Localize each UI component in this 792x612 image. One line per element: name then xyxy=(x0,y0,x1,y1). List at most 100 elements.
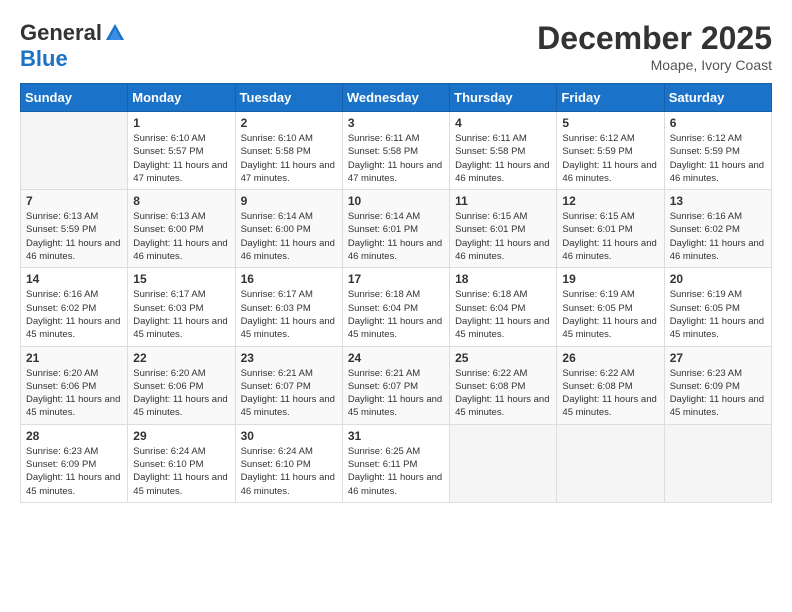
day-number: 5 xyxy=(562,116,658,130)
day-number: 21 xyxy=(26,351,122,365)
day-number: 9 xyxy=(241,194,337,208)
day-info: Sunrise: 6:19 AMSunset: 6:05 PMDaylight:… xyxy=(670,288,766,341)
col-header-wednesday: Wednesday xyxy=(342,84,449,112)
calendar-cell: 5 Sunrise: 6:12 AMSunset: 5:59 PMDaylight… xyxy=(557,112,664,190)
day-info: Sunrise: 6:12 AMSunset: 5:59 PMDaylight:… xyxy=(670,132,766,185)
calendar-cell: 15 Sunrise: 6:17 AMSunset: 6:03 PMDayligh… xyxy=(128,268,235,346)
calendar-cell: 13 Sunrise: 6:16 AMSunset: 6:02 PMDayligh… xyxy=(664,190,771,268)
calendar-header-row: SundayMondayTuesdayWednesdayThursdayFrid… xyxy=(21,84,772,112)
col-header-thursday: Thursday xyxy=(450,84,557,112)
day-info: Sunrise: 6:23 AMSunset: 6:09 PMDaylight:… xyxy=(670,367,766,420)
col-header-friday: Friday xyxy=(557,84,664,112)
day-number: 27 xyxy=(670,351,766,365)
calendar-table: SundayMondayTuesdayWednesdayThursdayFrid… xyxy=(20,83,772,503)
day-number: 14 xyxy=(26,272,122,286)
day-number: 10 xyxy=(348,194,444,208)
calendar-cell: 10 Sunrise: 6:14 AMSunset: 6:01 PMDayligh… xyxy=(342,190,449,268)
day-number: 26 xyxy=(562,351,658,365)
calendar-cell xyxy=(557,424,664,502)
day-info: Sunrise: 6:15 AMSunset: 6:01 PMDaylight:… xyxy=(562,210,658,263)
day-info: Sunrise: 6:24 AMSunset: 6:10 PMDaylight:… xyxy=(133,445,229,498)
day-info: Sunrise: 6:16 AMSunset: 6:02 PMDaylight:… xyxy=(26,288,122,341)
logo: General Blue xyxy=(20,20,126,72)
day-info: Sunrise: 6:19 AMSunset: 6:05 PMDaylight:… xyxy=(562,288,658,341)
calendar-cell: 9 Sunrise: 6:14 AMSunset: 6:00 PMDaylight… xyxy=(235,190,342,268)
calendar-cell: 1 Sunrise: 6:10 AMSunset: 5:57 PMDaylight… xyxy=(128,112,235,190)
day-info: Sunrise: 6:13 AMSunset: 6:00 PMDaylight:… xyxy=(133,210,229,263)
calendar-cell: 22Sunrise: 6:20 AMSunset: 6:06 PMDayligh… xyxy=(128,346,235,424)
day-info: Sunrise: 6:18 AMSunset: 6:04 PMDaylight:… xyxy=(455,288,551,341)
calendar-week-3: 14 Sunrise: 6:16 AMSunset: 6:02 PMDayligh… xyxy=(21,268,772,346)
calendar-cell: 4Sunrise: 6:11 AMSunset: 5:58 PMDaylight… xyxy=(450,112,557,190)
day-info: Sunrise: 6:10 AMSunset: 5:58 PMDaylight:… xyxy=(241,132,337,185)
logo-blue: Blue xyxy=(20,46,68,72)
day-info: Sunrise: 6:16 AMSunset: 6:02 PMDaylight:… xyxy=(670,210,766,263)
calendar-cell: 18 Sunrise: 6:18 AMSunset: 6:04 PMDayligh… xyxy=(450,268,557,346)
col-header-monday: Monday xyxy=(128,84,235,112)
day-number: 20 xyxy=(670,272,766,286)
day-number: 30 xyxy=(241,429,337,443)
col-header-sunday: Sunday xyxy=(21,84,128,112)
day-number: 16 xyxy=(241,272,337,286)
day-info: Sunrise: 6:23 AMSunset: 6:09 PMDaylight:… xyxy=(26,445,122,498)
calendar-cell: 16 Sunrise: 6:17 AMSunset: 6:03 PMDayligh… xyxy=(235,268,342,346)
day-number: 1 xyxy=(133,116,229,130)
day-number: 15 xyxy=(133,272,229,286)
day-number: 25 xyxy=(455,351,551,365)
calendar-week-5: 28Sunrise: 6:23 AMSunset: 6:09 PMDayligh… xyxy=(21,424,772,502)
calendar-cell: 29Sunrise: 6:24 AMSunset: 6:10 PMDayligh… xyxy=(128,424,235,502)
day-number: 23 xyxy=(241,351,337,365)
day-info: Sunrise: 6:18 AMSunset: 6:04 PMDaylight:… xyxy=(348,288,444,341)
day-info: Sunrise: 6:24 AMSunset: 6:10 PMDaylight:… xyxy=(241,445,337,498)
day-info: Sunrise: 6:11 AMSunset: 5:58 PMDaylight:… xyxy=(348,132,444,185)
calendar-cell xyxy=(21,112,128,190)
calendar-cell: 3 Sunrise: 6:11 AMSunset: 5:58 PMDaylight… xyxy=(342,112,449,190)
location: Moape, Ivory Coast xyxy=(537,57,772,73)
logo-general: General xyxy=(20,20,102,46)
day-number: 24 xyxy=(348,351,444,365)
day-number: 8 xyxy=(133,194,229,208)
day-info: Sunrise: 6:10 AMSunset: 5:57 PMDaylight:… xyxy=(133,132,229,185)
day-number: 31 xyxy=(348,429,444,443)
calendar-week-1: 1 Sunrise: 6:10 AMSunset: 5:57 PMDaylight… xyxy=(21,112,772,190)
calendar-cell: 7 Sunrise: 6:13 AMSunset: 5:59 PMDaylight… xyxy=(21,190,128,268)
day-number: 22 xyxy=(133,351,229,365)
calendar-cell xyxy=(664,424,771,502)
day-info: Sunrise: 6:12 AMSunset: 5:59 PMDaylight:… xyxy=(562,132,658,185)
calendar-cell: 23 Sunrise: 6:21 AMSunset: 6:07 PMDayligh… xyxy=(235,346,342,424)
day-number: 12 xyxy=(562,194,658,208)
calendar-cell: 30 Sunrise: 6:24 AMSunset: 6:10 PMDayligh… xyxy=(235,424,342,502)
day-number: 18 xyxy=(455,272,551,286)
calendar-cell: 20 Sunrise: 6:19 AMSunset: 6:05 PMDayligh… xyxy=(664,268,771,346)
day-number: 19 xyxy=(562,272,658,286)
day-number: 6 xyxy=(670,116,766,130)
day-number: 2 xyxy=(241,116,337,130)
calendar-cell: 27 Sunrise: 6:23 AMSunset: 6:09 PMDayligh… xyxy=(664,346,771,424)
calendar-week-4: 21 Sunrise: 6:20 AMSunset: 6:06 PMDayligh… xyxy=(21,346,772,424)
day-number: 3 xyxy=(348,116,444,130)
day-info: Sunrise: 6:14 AMSunset: 6:01 PMDaylight:… xyxy=(348,210,444,263)
calendar-cell: 14 Sunrise: 6:16 AMSunset: 6:02 PMDayligh… xyxy=(21,268,128,346)
page-header: General Blue December 2025 Moape, Ivory … xyxy=(20,20,772,73)
day-number: 11 xyxy=(455,194,551,208)
day-info: Sunrise: 6:21 AMSunset: 6:07 PMDaylight:… xyxy=(241,367,337,420)
day-number: 7 xyxy=(26,194,122,208)
title-block: December 2025 Moape, Ivory Coast xyxy=(537,20,772,73)
calendar-cell: 8 Sunrise: 6:13 AMSunset: 6:00 PMDaylight… xyxy=(128,190,235,268)
day-info: Sunrise: 6:17 AMSunset: 6:03 PMDaylight:… xyxy=(133,288,229,341)
day-info: Sunrise: 6:20 AMSunset: 6:06 PMDaylight:… xyxy=(26,367,122,420)
day-number: 13 xyxy=(670,194,766,208)
calendar-cell: 6 Sunrise: 6:12 AMSunset: 5:59 PMDaylight… xyxy=(664,112,771,190)
col-header-saturday: Saturday xyxy=(664,84,771,112)
day-number: 4 xyxy=(455,116,551,130)
day-info: Sunrise: 6:25 AMSunset: 6:11 PMDaylight:… xyxy=(348,445,444,498)
day-info: Sunrise: 6:22 AMSunset: 6:08 PMDaylight:… xyxy=(455,367,551,420)
day-info: Sunrise: 6:13 AMSunset: 5:59 PMDaylight:… xyxy=(26,210,122,263)
calendar-cell: 25 Sunrise: 6:22 AMSunset: 6:08 PMDayligh… xyxy=(450,346,557,424)
day-info: Sunrise: 6:17 AMSunset: 6:03 PMDaylight:… xyxy=(241,288,337,341)
day-info: Sunrise: 6:22 AMSunset: 6:08 PMDaylight:… xyxy=(562,367,658,420)
col-header-tuesday: Tuesday xyxy=(235,84,342,112)
calendar-cell: 19 Sunrise: 6:19 AMSunset: 6:05 PMDayligh… xyxy=(557,268,664,346)
day-info: Sunrise: 6:14 AMSunset: 6:00 PMDaylight:… xyxy=(241,210,337,263)
logo-icon xyxy=(104,22,126,44)
